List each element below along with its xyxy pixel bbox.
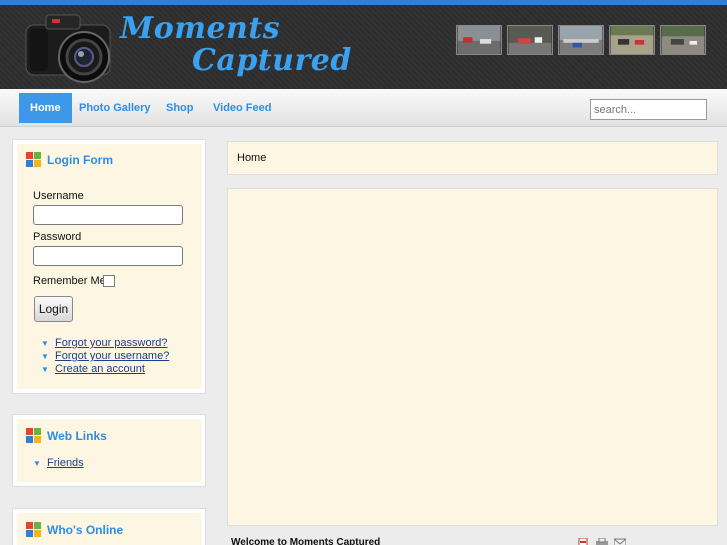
arrow-down-icon: ▼ xyxy=(41,351,49,361)
web-links-title-text: Web Links xyxy=(47,428,107,443)
remember-me-checkbox[interactable] xyxy=(103,275,115,287)
photo-thumbnail xyxy=(660,25,706,55)
module-icon xyxy=(26,522,41,537)
print-icon[interactable] xyxy=(596,538,608,545)
whos-online-module: Who's Online xyxy=(12,508,206,545)
forgot-username-row: ▼ Forgot your username? xyxy=(41,350,169,362)
password-label: Password xyxy=(33,231,82,243)
login-button[interactable]: Login xyxy=(34,296,73,322)
breadcrumb: Home xyxy=(227,141,718,175)
web-links-module: Web Links ▼ Friends xyxy=(12,414,206,487)
arrow-down-icon: ▼ xyxy=(41,338,49,348)
pdf-icon[interactable] xyxy=(578,538,590,545)
create-account-row: ▼ Create an account xyxy=(41,363,145,375)
whos-online-title-text: Who's Online xyxy=(47,522,124,537)
forgot-password-row: ▼ Forgot your password? xyxy=(41,337,168,349)
arrow-down-icon: ▼ xyxy=(33,458,41,468)
nav-home[interactable]: Home xyxy=(19,93,72,123)
whos-online-title: Who's Online xyxy=(26,522,123,537)
email-icon[interactable] xyxy=(614,538,626,545)
article-tools xyxy=(578,538,626,545)
breadcrumb-home[interactable]: Home xyxy=(237,152,266,164)
camera-logo-icon[interactable] xyxy=(22,11,114,85)
module-icon xyxy=(26,428,41,443)
article-title[interactable]: Welcome to Moments Captured xyxy=(231,537,380,545)
photo-thumbnail xyxy=(609,25,655,55)
photo-thumbnail xyxy=(456,25,502,55)
module-icon xyxy=(26,152,41,167)
arrow-down-icon: ▼ xyxy=(41,364,49,374)
create-account-link[interactable]: Create an account xyxy=(55,363,145,375)
forgot-password-link[interactable]: Forgot your password? xyxy=(55,337,168,349)
main-navigation: Home Photo Gallery Shop Video Feed xyxy=(0,89,727,127)
search-input[interactable] xyxy=(590,99,707,120)
site-logo-line2[interactable]: Captured xyxy=(192,43,352,78)
header-thumbnails xyxy=(456,25,706,55)
photo-thumbnail xyxy=(507,25,553,55)
site-logo-line1[interactable]: Moments xyxy=(120,11,280,46)
nav-video-feed[interactable]: Video Feed xyxy=(202,93,282,123)
login-form-title-text: Login Form xyxy=(47,152,113,167)
username-label: Username xyxy=(33,190,84,202)
forgot-username-link[interactable]: Forgot your username? xyxy=(55,350,169,362)
password-field[interactable] xyxy=(33,246,183,266)
friends-link[interactable]: Friends xyxy=(47,457,84,469)
photo-thumbnail xyxy=(558,25,604,55)
web-links-title: Web Links xyxy=(26,428,107,443)
nav-photo-gallery[interactable]: Photo Gallery xyxy=(68,93,162,123)
main-content-area xyxy=(227,188,718,526)
friends-row: ▼ Friends xyxy=(33,457,84,469)
site-header: Moments Captured xyxy=(0,5,727,89)
login-form-title: Login Form xyxy=(26,152,113,167)
login-form-module: Login Form Username Password Remember Me… xyxy=(12,139,206,394)
nav-shop[interactable]: Shop xyxy=(155,93,205,123)
username-field[interactable] xyxy=(33,205,183,225)
remember-me-label: Remember Me xyxy=(33,275,106,287)
